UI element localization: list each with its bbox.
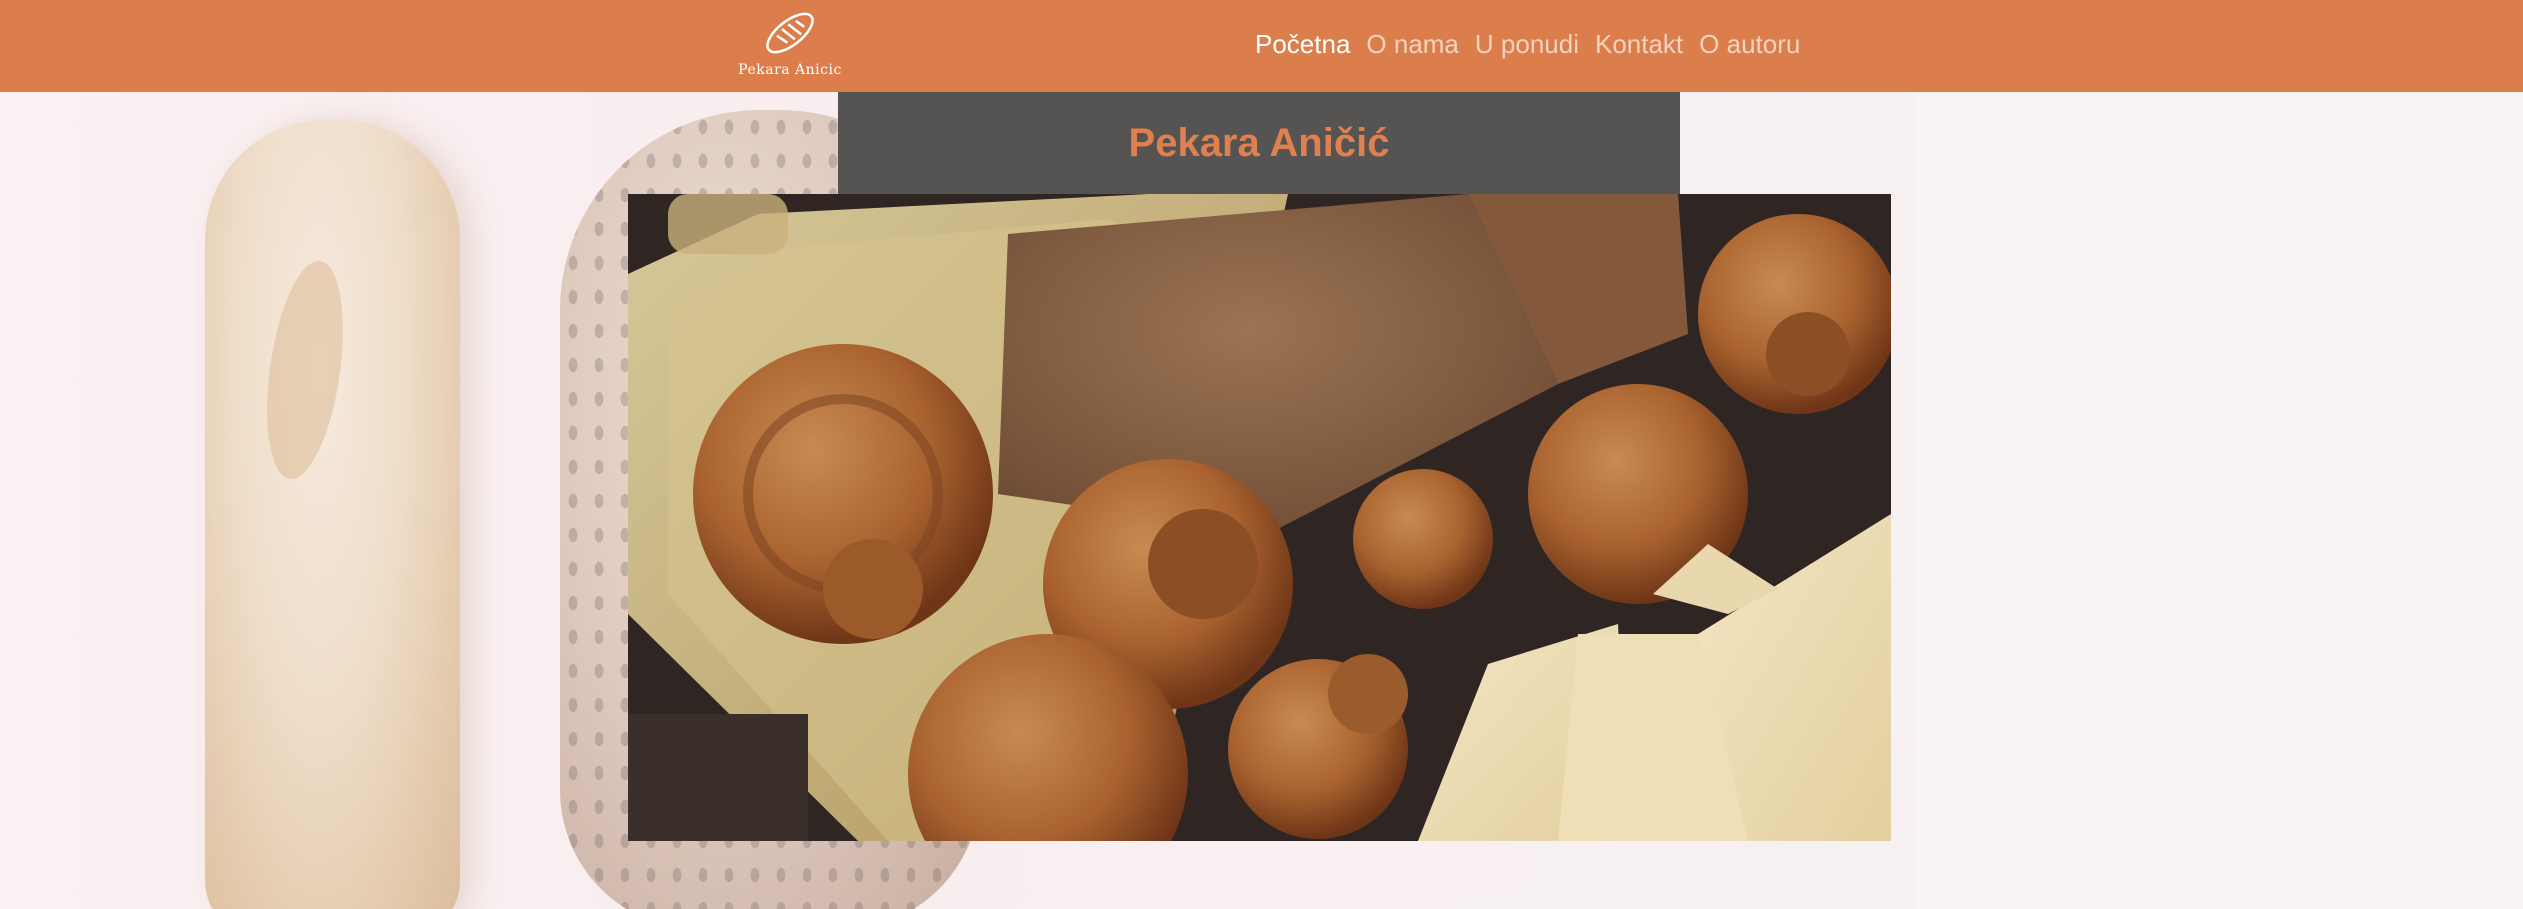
main-nav: Početna O nama U ponudi Kontakt O autoru — [1255, 24, 1800, 64]
hero-image — [628, 194, 1891, 841]
title-banner: Pekara Aničić — [838, 92, 1680, 194]
nav-item-pocetna[interactable]: Početna — [1255, 29, 1350, 60]
page-title: Pekara Aničić — [1128, 120, 1390, 165]
background-right-panel — [1915, 92, 2523, 909]
nav-item-kontakt[interactable]: Kontakt — [1595, 29, 1683, 60]
logo-link[interactable]: Pekara Anicic — [725, 6, 855, 84]
bread-loaf-icon — [725, 6, 855, 60]
background-baguette — [205, 120, 460, 909]
logo-text: Pekara Anicic — [738, 62, 842, 78]
nav-item-o-autoru[interactable]: O autoru — [1699, 29, 1800, 60]
nav-item-o-nama[interactable]: O nama — [1366, 29, 1459, 60]
page: Pekara Anicic Početna O nama U ponudi Ko… — [0, 0, 2523, 909]
site-header: Pekara Anicic Početna O nama U ponudi Ko… — [0, 0, 2523, 92]
nav-item-u-ponudi[interactable]: U ponudi — [1475, 29, 1579, 60]
